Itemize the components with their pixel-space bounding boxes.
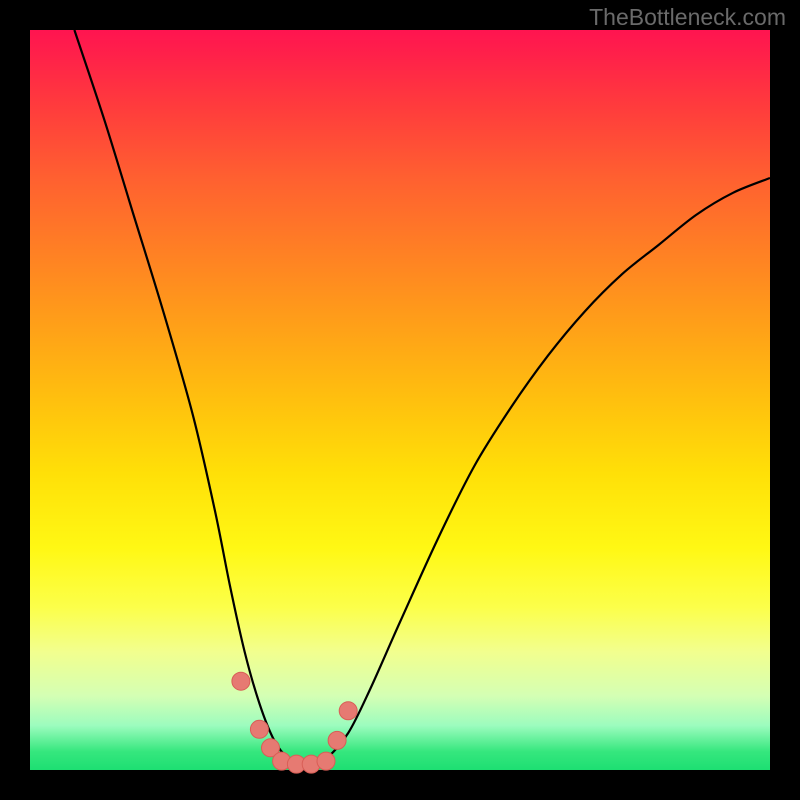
- curve-markers: [232, 672, 357, 773]
- curve-marker: [232, 672, 250, 690]
- chart-plot-area: [30, 30, 770, 770]
- chart-svg: [30, 30, 770, 770]
- curve-marker: [250, 720, 268, 738]
- bottleneck-curve: [74, 30, 770, 765]
- curve-marker: [339, 702, 357, 720]
- curve-marker: [328, 731, 346, 749]
- watermark-text: TheBottleneck.com: [589, 4, 786, 31]
- curve-marker: [317, 752, 335, 770]
